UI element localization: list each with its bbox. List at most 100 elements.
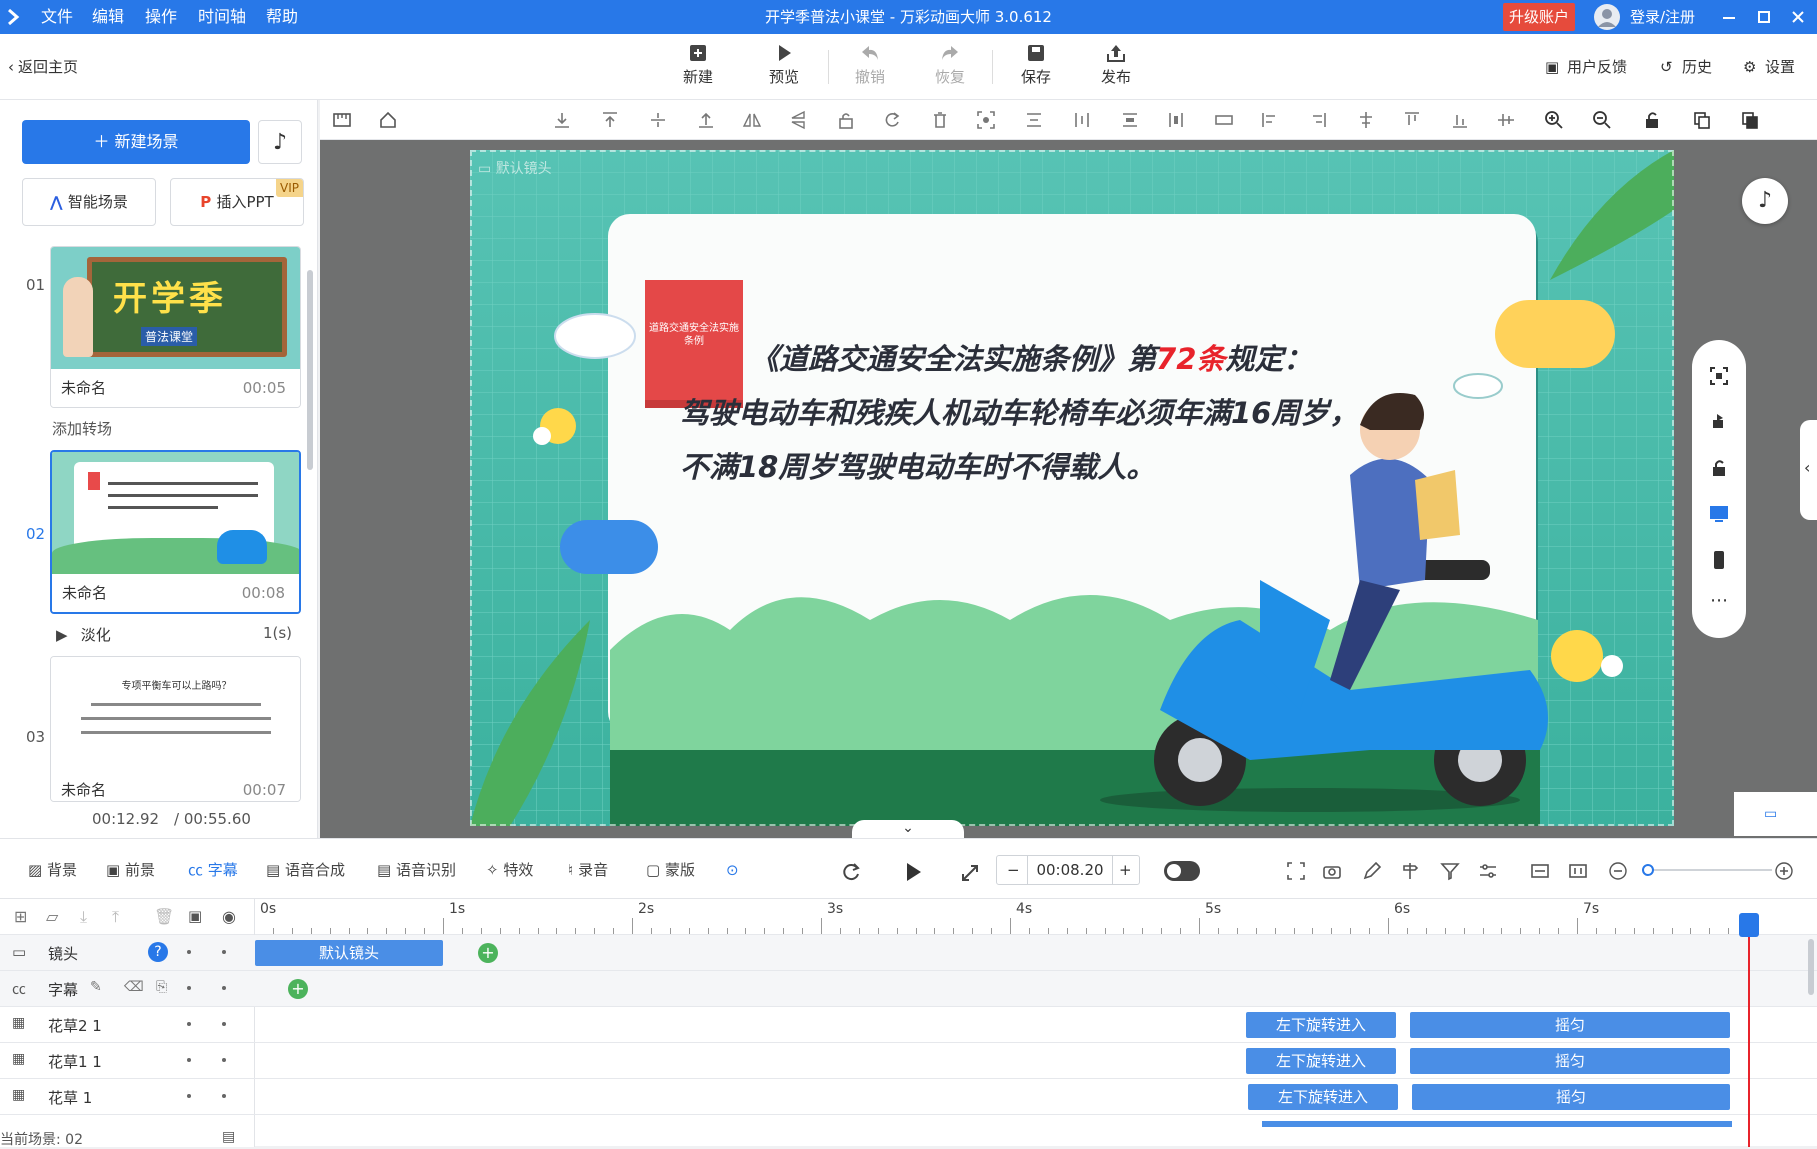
feedback-link[interactable]: ▣ 用户反馈 xyxy=(1545,56,1627,78)
timeline-block-partial[interactable] xyxy=(1262,1121,1732,1127)
back-home-link[interactable]: ‹ 返回主页 xyxy=(8,56,78,78)
history-link[interactable]: ↺ 历史 xyxy=(1660,56,1712,78)
minimize-icon[interactable] xyxy=(1722,10,1736,24)
track-plant-1[interactable]: ▦ 花草1 1 左下旋转进入 摇匀 xyxy=(0,1043,1817,1079)
ratio-icon[interactable] xyxy=(1568,861,1588,881)
fit-width-icon[interactable] xyxy=(1530,861,1550,881)
law-heading[interactable]: 《道路交通安全法实施条例》第72条规定： xyxy=(750,336,1312,378)
align-right-icon[interactable] xyxy=(1308,110,1328,130)
menu-file[interactable]: 文件 xyxy=(41,0,73,34)
fullscreen-icon[interactable] xyxy=(960,863,980,883)
trash-icon[interactable] xyxy=(930,110,950,130)
time-stepper[interactable]: − 00:08.20 + xyxy=(996,855,1140,885)
loop-toggle[interactable] xyxy=(1164,861,1200,881)
music-button[interactable]: ♪ xyxy=(258,120,302,164)
law-line-3[interactable]: 不满18周岁驾驶电动车时不得载人。 xyxy=(680,444,1155,486)
import-icon[interactable]: ⎘ xyxy=(156,979,167,995)
tab-effects[interactable]: ✧ 特效 xyxy=(486,859,533,881)
trash-icon[interactable]: 🗑 xyxy=(154,907,174,926)
zoom-out-icon[interactable] xyxy=(1592,110,1612,130)
focus-icon[interactable] xyxy=(976,110,996,130)
more-tabs-icon[interactable]: ⊙ xyxy=(726,859,739,881)
align-middle-icon[interactable] xyxy=(648,110,668,130)
screen-mode-icon[interactable] xyxy=(1709,504,1729,524)
add-keyframe-icon[interactable]: + xyxy=(288,979,308,999)
timeline-block[interactable]: 左下旋转进入 xyxy=(1246,1048,1396,1074)
align-hcenter-icon[interactable] xyxy=(1356,110,1376,130)
tab-record[interactable]: ♮ 录音 xyxy=(568,859,608,881)
timeline-block[interactable]: 左下旋转进入 xyxy=(1248,1084,1398,1110)
edit-icon[interactable] xyxy=(1362,861,1382,881)
zoom-slider-thumb[interactable] xyxy=(1642,864,1654,876)
lock-icon[interactable] xyxy=(836,110,856,130)
adjust-icon[interactable] xyxy=(1478,861,1498,881)
login-link[interactable]: 登录/注册 xyxy=(1630,0,1695,34)
flip-horizontal-icon[interactable] xyxy=(742,110,762,130)
unlock-icon[interactable] xyxy=(1642,110,1662,130)
tab-foreground[interactable]: ▣ 前景 xyxy=(106,859,155,881)
timeline-scrollbar[interactable] xyxy=(1808,939,1814,995)
copy-icon[interactable] xyxy=(1692,110,1712,130)
align-left-icon[interactable] xyxy=(1260,110,1280,130)
scene-thumbnail-03[interactable]: 专项平衡车可以上路吗？ 未命名 00:07 xyxy=(50,656,301,802)
replay-icon[interactable] xyxy=(840,861,862,883)
zoom-in-icon[interactable] xyxy=(1544,110,1564,130)
flip-vertical-icon[interactable] xyxy=(788,110,808,130)
unlock-icon[interactable] xyxy=(1709,458,1729,478)
minimap[interactable]: ▭ xyxy=(1734,792,1817,836)
align-top-icon[interactable] xyxy=(600,110,620,130)
tab-subtitle[interactable]: ㏄ 字幕 xyxy=(188,859,238,881)
move-up-icon[interactable]: ⤒ xyxy=(112,907,119,927)
rotate-icon[interactable] xyxy=(882,110,902,130)
zoom-slider[interactable] xyxy=(1642,864,1772,876)
lock-icon[interactable]: ▣ xyxy=(188,907,202,925)
distribute-v-icon[interactable] xyxy=(1166,110,1186,130)
timeline-block[interactable]: 左下旋转进入 xyxy=(1246,1012,1396,1038)
eye-icon[interactable]: ◉ xyxy=(222,907,236,926)
track-plant[interactable]: ▦ 花草 1 左下旋转进入 摇匀 xyxy=(0,1079,1817,1115)
transition-item[interactable]: ▶ 淡化 1(s) xyxy=(56,624,302,646)
align-center-h-icon[interactable] xyxy=(1024,110,1044,130)
menu-timeline[interactable]: 时间轴 xyxy=(198,0,246,34)
zoom-out-circle-icon[interactable] xyxy=(1608,861,1628,881)
menu-operate[interactable]: 操作 xyxy=(145,0,177,34)
time-decrement-button[interactable]: − xyxy=(1007,856,1020,884)
move-down-icon[interactable]: ⤓ xyxy=(80,907,87,927)
camera-icon[interactable] xyxy=(1322,861,1342,881)
filter-icon[interactable] xyxy=(1440,861,1460,881)
track-subtitle[interactable]: ㏄ 字幕 ✎ ⌫ ⎘ + xyxy=(0,971,1817,1007)
time-input[interactable]: 00:08.20 xyxy=(1027,856,1113,884)
settings-link[interactable]: ⚙ 设置 xyxy=(1743,56,1795,78)
upgrade-button[interactable]: 升级账户 xyxy=(1503,3,1576,31)
add-keyframe-icon[interactable]: + xyxy=(478,943,498,963)
align-vcenter-icon[interactable] xyxy=(1496,110,1516,130)
track-plant-2[interactable]: ▦ 花草2 1 左下旋转进入 摇匀 xyxy=(0,1007,1817,1043)
playhead-handle[interactable] xyxy=(1739,913,1759,937)
align-top-edge-icon[interactable] xyxy=(1402,110,1422,130)
add-folder-icon[interactable]: ⊞ xyxy=(14,907,27,926)
align-bottom-icon[interactable] xyxy=(552,110,572,130)
timeline-block[interactable]: 摇匀 xyxy=(1410,1048,1730,1074)
home-icon[interactable] xyxy=(378,110,398,130)
scene-list-scrollbar[interactable] xyxy=(307,270,313,470)
new-folder-icon[interactable]: ▱ xyxy=(46,907,58,926)
insert-ppt-button[interactable]: P 插入PPT VIP xyxy=(170,178,304,226)
timeline-block[interactable]: 默认镜头 xyxy=(255,940,443,966)
playhead[interactable] xyxy=(1739,913,1759,1147)
collapse-panel-tab[interactable]: ‹ xyxy=(1800,420,1817,520)
timeline-block[interactable]: 摇匀 xyxy=(1412,1084,1730,1110)
play-icon[interactable] xyxy=(902,861,924,883)
tab-background[interactable]: ▨ 背景 xyxy=(28,859,77,881)
trash-icon[interactable]: ⌫ xyxy=(124,979,144,995)
new-scene-button[interactable]: ＋ 新建场景 xyxy=(22,120,250,164)
scene-list-icon[interactable]: ▤ xyxy=(222,1129,235,1145)
tab-mask[interactable]: ▢ 蒙版 xyxy=(646,859,695,881)
fit-screen-icon[interactable] xyxy=(1709,366,1729,386)
add-transition-link[interactable]: 添加转场 xyxy=(52,418,112,439)
space-evenly-icon[interactable] xyxy=(1214,110,1234,130)
help-icon[interactable]: ? xyxy=(148,942,168,962)
undo-button[interactable]: 撤销 xyxy=(840,42,900,87)
align-center-v-icon[interactable] xyxy=(1072,110,1092,130)
more-icon[interactable]: ⋯ xyxy=(1692,590,1746,611)
menu-help[interactable]: 帮助 xyxy=(266,0,298,34)
